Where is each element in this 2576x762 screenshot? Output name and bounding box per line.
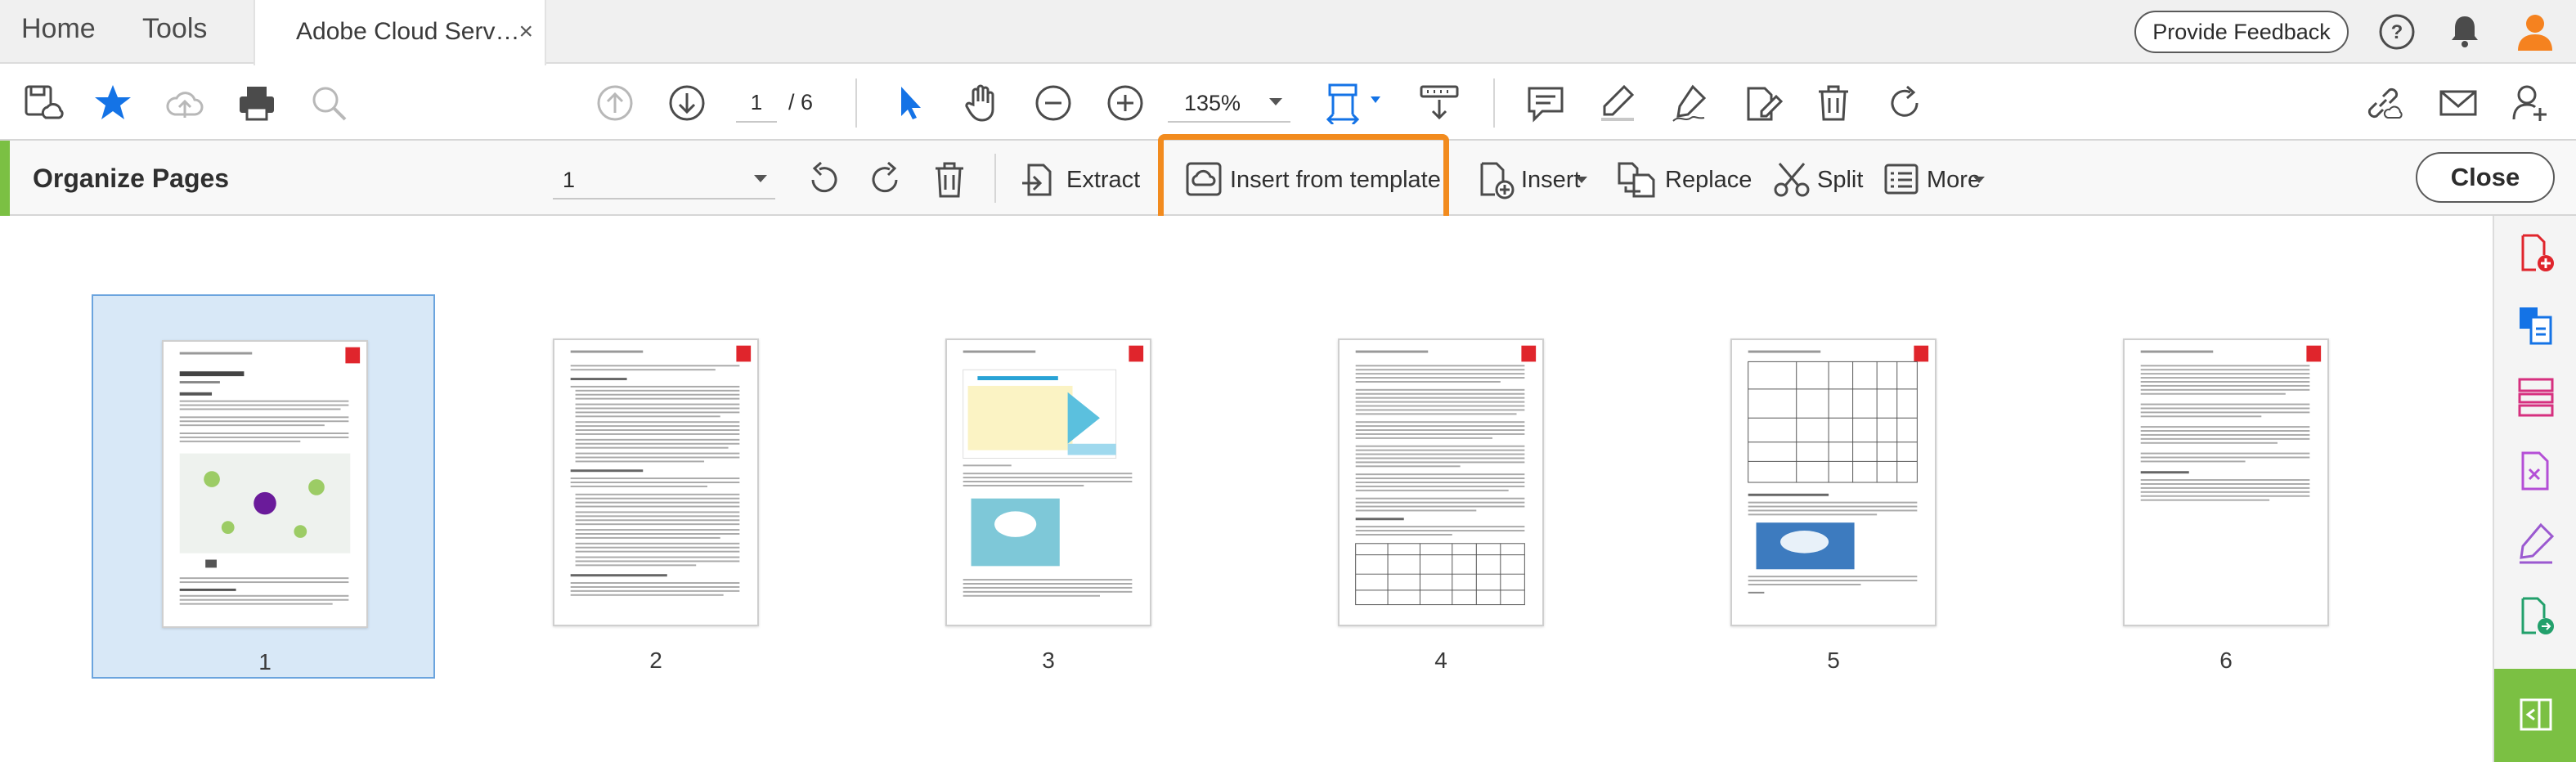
print-icon[interactable]: [236, 82, 278, 124]
rotate-right-icon[interactable]: [865, 159, 906, 199]
toolbar-divider: [855, 78, 857, 128]
replace-label: Replace: [1665, 167, 1752, 193]
page-thumbnail-2[interactable]: 2: [484, 294, 828, 679]
hand-tool-icon[interactable]: [960, 82, 1003, 124]
rotate-icon[interactable]: [1884, 82, 1927, 124]
provide-feedback-button[interactable]: Provide Feedback: [2134, 11, 2349, 53]
split-button[interactable]: Split: [1771, 157, 1873, 201]
notifications-bell-icon[interactable]: [2445, 11, 2484, 51]
fit-page-icon[interactable]: [1325, 82, 1384, 124]
nav-home[interactable]: Home: [21, 13, 96, 45]
page-number-label: 3: [1042, 648, 1055, 673]
page-total: / 6: [788, 90, 814, 114]
create-pdf-icon[interactable]: [2515, 232, 2557, 275]
page-number-label: 1: [258, 649, 272, 675]
page-range-select[interactable]: 1: [553, 159, 775, 199]
chevron-down-icon: [754, 175, 767, 182]
export-pdf-icon[interactable]: [2515, 304, 2557, 347]
document-tab-label: Adobe Cloud Serv…: [296, 18, 520, 45]
page-number-label: 4: [1434, 648, 1447, 673]
insert-page-icon: [1480, 162, 1515, 199]
upload-cloud-icon[interactable]: [164, 82, 206, 124]
star-bookmark-icon[interactable]: [92, 82, 134, 124]
page-thumbnail-1[interactable]: 1: [92, 294, 435, 679]
comment-icon[interactable]: [1524, 82, 1567, 124]
svg-text:?: ?: [2391, 21, 2403, 43]
page-preview: [2123, 338, 2329, 626]
caret-down-icon: [1973, 177, 1985, 183]
user-avatar-icon[interactable]: [2514, 10, 2556, 52]
help-icon[interactable]: ?: [2378, 13, 2416, 51]
rotate-left-icon[interactable]: [803, 159, 844, 199]
fill-sign-icon[interactable]: [2515, 522, 2557, 564]
next-page-icon[interactable]: [666, 82, 708, 124]
zoom-in-icon[interactable]: [1104, 82, 1147, 124]
add-user-icon[interactable]: [2509, 82, 2551, 124]
collapse-pane-icon: [2520, 698, 2552, 731]
page-number-input[interactable]: 1: [736, 82, 777, 123]
nav-tools[interactable]: Tools: [142, 13, 207, 45]
zoom-level-select[interactable]: 135%: [1168, 82, 1290, 123]
scissors-icon: [1774, 163, 1810, 197]
split-label: Split: [1817, 167, 1864, 193]
send-for-review-icon[interactable]: [2515, 595, 2557, 638]
page-thumbnail-5[interactable]: 5: [1662, 294, 2005, 679]
email-icon[interactable]: [2437, 82, 2480, 124]
zoom-out-icon[interactable]: [1032, 82, 1075, 124]
highlight-pen-icon[interactable]: [1596, 82, 1639, 124]
caret-down-icon: [1576, 177, 1587, 183]
edit-document-icon[interactable]: [1740, 82, 1783, 124]
page-thumbnail-3[interactable]: 3: [877, 294, 1220, 679]
toolbar-divider: [1493, 78, 1495, 128]
toolbar-divider: [994, 154, 996, 203]
more-list-icon: [1884, 164, 1919, 195]
insert-label: Insert: [1521, 167, 1581, 193]
save-to-cloud-icon[interactable]: [21, 82, 64, 124]
organize-pages-icon[interactable]: [2515, 376, 2557, 419]
previous-page-icon[interactable]: [594, 82, 636, 124]
close-tool-button[interactable]: Close: [2416, 152, 2555, 203]
page-number-label: 2: [649, 648, 662, 673]
page-preview: [945, 338, 1151, 626]
callout-highlight: [1158, 134, 1449, 222]
fill-sign-pen-icon[interactable]: [1668, 82, 1711, 124]
page-thumbnails-area: 1 2 3 4 5 6: [0, 216, 2493, 762]
replace-page-icon: [1618, 162, 1655, 198]
tool-accent-bar: [0, 141, 10, 216]
scroll-mode-icon[interactable]: [1418, 82, 1461, 124]
close-tab-icon[interactable]: ×: [518, 18, 533, 46]
page-range-value: 1: [563, 168, 576, 192]
insert-dropdown-button[interactable]: Insert: [1475, 157, 1590, 201]
delete-page-icon[interactable]: [929, 159, 970, 199]
extract-button[interactable]: Extract: [1019, 157, 1142, 201]
page-preview: [1338, 338, 1544, 626]
extract-icon: [1022, 164, 1052, 196]
right-tools-pane: [2493, 216, 2576, 762]
main-toolbar: 1 / 6 135%: [0, 65, 2576, 141]
zoom-level-value: 135%: [1184, 91, 1241, 115]
document-tab[interactable]: Adobe Cloud Serv… ×: [254, 0, 546, 65]
page-preview: [1730, 338, 1936, 626]
organize-pages-active-tool[interactable]: [2494, 669, 2576, 762]
page-thumbnail-4[interactable]: 4: [1269, 294, 1613, 679]
select-cursor-icon[interactable]: [890, 82, 932, 124]
tab-bar: Home Tools Adobe Cloud Serv… × Provide F…: [0, 0, 2576, 65]
replace-button[interactable]: Replace: [1616, 157, 1752, 201]
extract-label: Extract: [1066, 167, 1141, 193]
edit-pdf-icon[interactable]: [2515, 450, 2557, 492]
page-number-label: 5: [1827, 648, 1840, 673]
page-preview: [162, 340, 368, 628]
delete-trash-icon[interactable]: [1812, 82, 1855, 124]
chevron-down-icon: [1269, 98, 1282, 105]
more-dropdown-button[interactable]: More: [1881, 157, 1995, 201]
share-link-icon[interactable]: [2362, 82, 2404, 124]
search-zoom-icon[interactable]: [307, 82, 350, 124]
organize-pages-title: Organize Pages: [33, 164, 230, 193]
page-preview: [553, 338, 759, 626]
page-thumbnail-6[interactable]: 6: [2054, 294, 2398, 679]
page-number-label: 6: [2219, 648, 2233, 673]
